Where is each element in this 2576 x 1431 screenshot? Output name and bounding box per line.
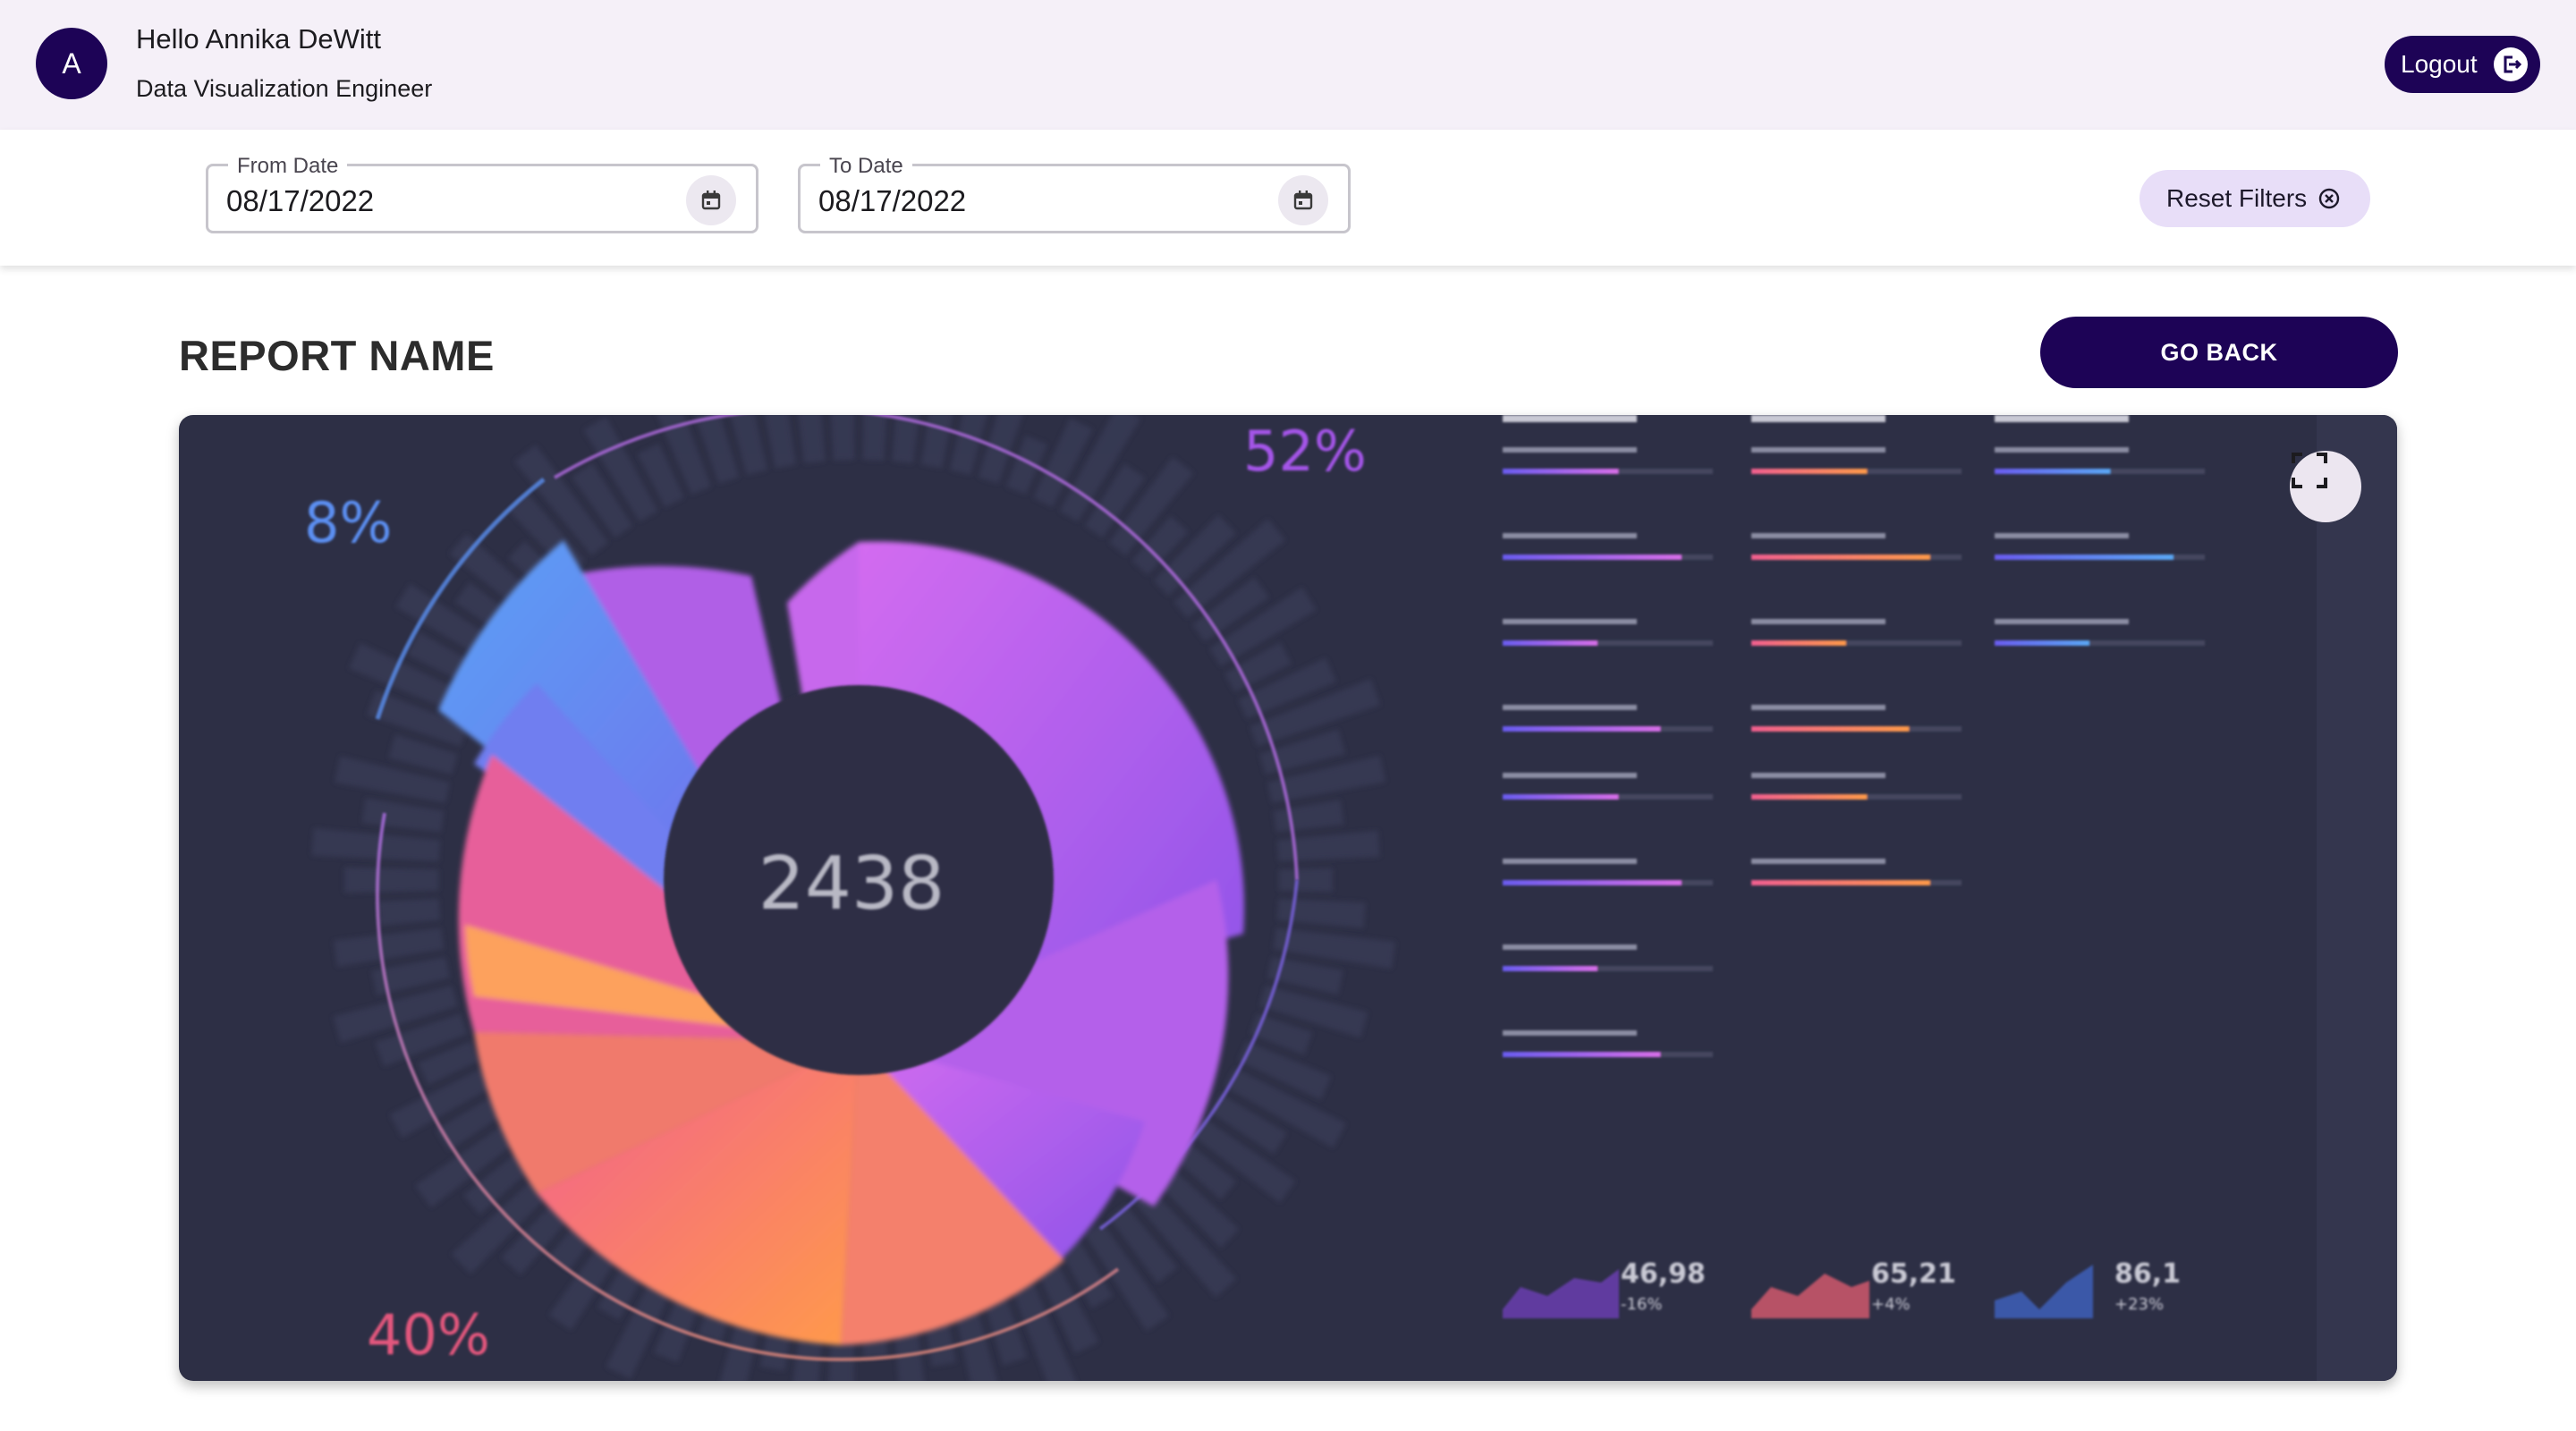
legend-bar <box>1751 469 1868 474</box>
legend-label <box>1751 773 1885 778</box>
dashboard-image: 2438 8% 52% 40% 46,98 -16% 65,21 +4% 86,… <box>304 415 2397 1381</box>
legend-label <box>1751 619 1885 624</box>
legend-label <box>1995 533 2129 538</box>
fullscreen-icon <box>2292 453 2327 488</box>
top-app-bar: A Hello Annika DeWitt Data Visualization… <box>0 0 2576 130</box>
legend-bar <box>1751 640 1846 646</box>
close-circle-icon <box>2318 188 2340 209</box>
background-bar <box>361 798 445 833</box>
stat-value-1: 46,98 <box>1621 1258 1706 1290</box>
user-role: Data Visualization Engineer <box>136 75 433 102</box>
legend-bar <box>1995 469 2111 474</box>
stat-delta-2: +4% <box>1871 1295 1911 1314</box>
stat-delta-3: +23% <box>2114 1295 2164 1314</box>
stat-value-3: 86,1 <box>2114 1258 2181 1290</box>
stat-value-2: 65,21 <box>1871 1258 1956 1290</box>
legend-bar <box>1503 794 1619 800</box>
legend-bar <box>1503 1052 1661 1057</box>
from-date-label: From Date <box>228 154 348 179</box>
legend-bar <box>1503 726 1661 732</box>
legend-bar <box>1995 555 2174 560</box>
background-bar <box>798 415 826 463</box>
legend-label <box>1503 1030 1637 1036</box>
legend-label <box>1503 705 1637 710</box>
legend-heading <box>1995 415 2129 422</box>
background-bar <box>830 415 855 461</box>
background-bar <box>1278 868 1333 893</box>
background-bar <box>862 415 887 461</box>
logout-button[interactable]: Logout <box>2385 36 2540 93</box>
percent-orange: 40% <box>367 1302 490 1367</box>
to-date-label: To Date <box>820 154 912 179</box>
go-back-label: GO BACK <box>2160 338 2278 366</box>
from-date-field[interactable]: From Date 08/17/2022 <box>206 154 758 233</box>
legend-label <box>1503 447 1637 453</box>
logout-icon <box>2494 47 2528 81</box>
background-bar <box>377 899 441 926</box>
fullscreen-button[interactable] <box>2290 451 2361 522</box>
percent-purple: 52% <box>1243 419 1367 484</box>
go-back-button[interactable]: GO BACK <box>2040 317 2398 388</box>
legend-bar <box>1503 555 1682 560</box>
legend-label <box>1995 447 2129 453</box>
background-bar <box>311 828 441 861</box>
filter-bar: From Date 08/17/2022 To Date 08/17/2022 <box>0 130 2576 266</box>
legend-label <box>1503 944 1637 950</box>
legend-label <box>1751 447 1885 453</box>
calendar-icon[interactable] <box>1278 175 1328 225</box>
legend-bar <box>1751 880 1930 885</box>
percent-blue: 8% <box>304 490 392 555</box>
center-total: 2438 <box>758 842 945 927</box>
legend-label <box>1503 859 1637 864</box>
legend-bar <box>1995 640 2089 646</box>
legend-heading <box>1503 415 1637 422</box>
legend-bar <box>1503 640 1597 646</box>
legend-bar <box>1503 880 1682 885</box>
legend-label <box>1503 619 1637 624</box>
stat-delta-1: -16% <box>1621 1295 1663 1314</box>
legend-bar <box>1751 726 1910 732</box>
legend-bar <box>1503 469 1619 474</box>
background-bar <box>344 867 439 893</box>
background-bar <box>1273 800 1344 833</box>
legend-label <box>1503 773 1637 778</box>
avatar-initial: A <box>62 47 81 80</box>
legend-bar <box>1751 555 1930 560</box>
greeting: Hello Annika DeWitt <box>136 23 381 55</box>
legend-label <box>1751 533 1885 538</box>
reset-filters-button[interactable]: Reset Filters <box>2140 170 2370 227</box>
report-visual: 2438 8% 52% 40% 46,98 -16% 65,21 +4% 86,… <box>179 415 2397 1381</box>
legend-bar <box>1503 966 1597 971</box>
legend-label <box>1503 533 1637 538</box>
report-title: REPORT NAME <box>179 332 495 379</box>
legend-bar <box>1751 794 1868 800</box>
avatar[interactable]: A <box>36 28 107 99</box>
to-date-value[interactable]: 08/17/2022 <box>818 184 966 218</box>
legend-label <box>1751 859 1885 864</box>
logout-label: Logout <box>2401 50 2478 78</box>
legend-label <box>1995 619 2129 624</box>
legend-heading <box>1751 415 1885 422</box>
to-date-field[interactable]: To Date 08/17/2022 <box>798 154 1351 233</box>
legend-label <box>1751 705 1885 710</box>
reset-filters-label: Reset Filters <box>2166 184 2308 212</box>
calendar-icon[interactable] <box>686 175 736 225</box>
from-date-value[interactable]: 08/17/2022 <box>226 184 374 218</box>
